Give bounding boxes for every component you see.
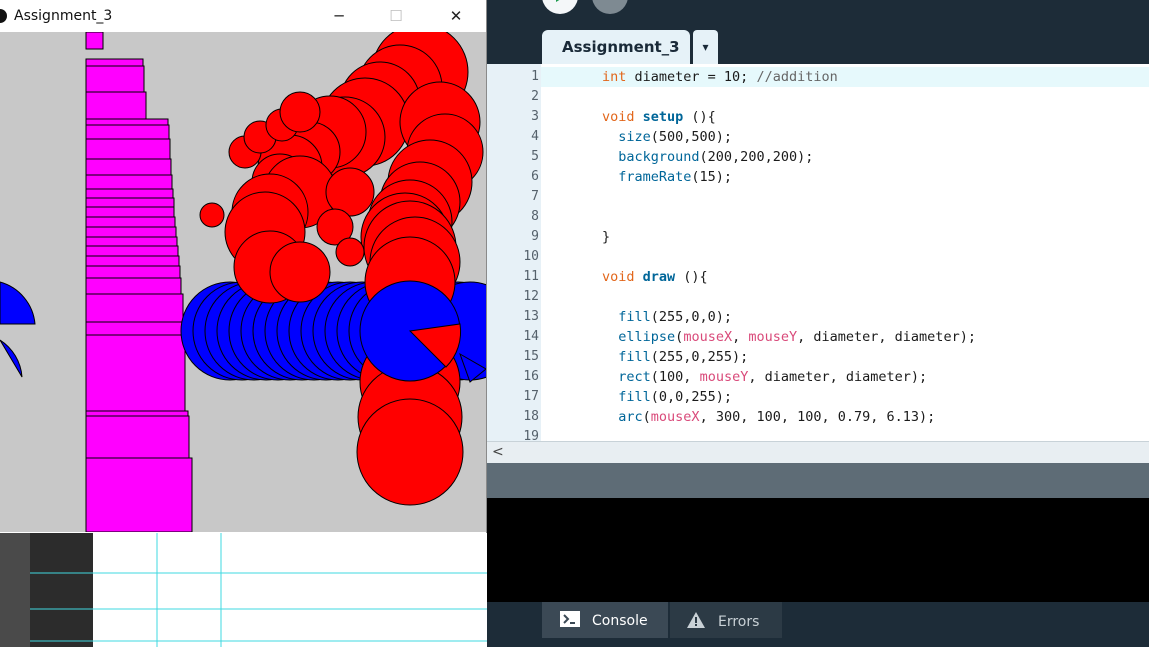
code-line-16: rect(100, mouseY, diameter, diameter); <box>618 369 928 385</box>
magenta-rect <box>85 65 145 93</box>
stop-icon <box>592 0 628 14</box>
line-number: 7 <box>531 189 539 204</box>
close-button[interactable]: ✕ <box>433 0 479 32</box>
red-circle <box>269 241 331 303</box>
line-number: 11 <box>523 269 539 284</box>
line-number: 1 <box>531 69 539 84</box>
red-circle <box>199 202 225 228</box>
errors-tab-label: Errors <box>718 614 760 630</box>
code-line-11: void draw (){ <box>602 269 708 285</box>
code-editor[interactable]: int diameter = 10; //addition void setup… <box>541 64 1149 441</box>
line-number: 15 <box>523 349 539 364</box>
magenta-rect <box>85 226 177 238</box>
code-line-3: void setup (){ <box>602 109 716 125</box>
line-number: 16 <box>523 369 539 384</box>
play-icon <box>556 0 560 2</box>
line-number: 2 <box>531 89 539 104</box>
code-line-14: ellipse(mouseX, mouseY, diameter, diamet… <box>618 329 976 345</box>
magenta-rect <box>85 91 147 120</box>
code-line-9: } <box>602 229 611 245</box>
chevron-down-icon: ▾ <box>702 40 709 54</box>
tab-label: Assignment_3 <box>562 38 680 56</box>
desktop-grid <box>30 533 487 647</box>
window-titlebar[interactable]: Assignment_3 ─ ☐ ✕ <box>0 0 486 32</box>
bottom-tab-bar: Console Errors <box>487 602 1149 647</box>
stop-button[interactable] <box>592 0 628 14</box>
code-line-17: fill(0,0,255); <box>618 389 733 405</box>
close-icon: ✕ <box>449 7 463 25</box>
blue-arc <box>0 339 23 378</box>
magenta-rect <box>85 245 179 257</box>
magenta-rect <box>85 158 172 176</box>
line-number: 14 <box>523 329 539 344</box>
red-circle <box>279 91 321 133</box>
magenta-rect <box>85 457 193 532</box>
magenta-rect <box>85 206 175 218</box>
magenta-rect <box>85 321 185 336</box>
magenta-rect <box>85 293 184 323</box>
code-line-18: arc(mouseX, 300, 100, 100, 0.79, 6.13); <box>618 409 936 425</box>
code-line-5: background(200,200,200); <box>618 149 814 165</box>
magenta-rect <box>85 334 186 412</box>
processing-ide: Assignment_3 ▾ int diameter = 10; //addi… <box>487 0 1149 647</box>
magenta-rect <box>85 415 190 459</box>
line-number: 8 <box>531 209 539 224</box>
magenta-rect <box>85 188 174 199</box>
red-circle <box>356 398 464 506</box>
line-number: 17 <box>523 389 539 404</box>
console-output <box>487 498 1149 602</box>
sketch-drawing <box>0 32 486 532</box>
magenta-rect <box>85 174 173 190</box>
code-line-13: fill(255,0,0); <box>618 309 733 325</box>
line-number: 3 <box>531 109 539 124</box>
line-number: 13 <box>523 309 539 324</box>
code-line-4: size(500,500); <box>618 129 733 145</box>
line-number: 4 <box>531 129 539 144</box>
terminal-icon <box>560 611 582 631</box>
magenta-rect <box>85 265 181 279</box>
status-bar <box>487 463 1149 498</box>
console-tab-label: Console <box>592 613 648 629</box>
maximize-icon: ☐ <box>389 7 403 25</box>
code-line-15: fill(255,0,255); <box>618 349 749 365</box>
magenta-rect <box>85 197 175 208</box>
magenta-rect <box>85 118 169 126</box>
scroll-left-icon[interactable]: < <box>492 444 504 460</box>
magenta-rect <box>85 58 144 67</box>
line-number: 18 <box>523 409 539 424</box>
magenta-rect <box>85 410 189 417</box>
line-number: 12 <box>523 289 539 304</box>
processing-app-icon <box>0 9 7 23</box>
line-number: 9 <box>531 229 539 244</box>
desktop-background <box>0 533 487 647</box>
minimize-button[interactable]: ─ <box>316 0 362 32</box>
run-button[interactable] <box>542 0 578 14</box>
magenta-rect <box>85 236 178 247</box>
magenta-rect <box>85 216 176 228</box>
line-number: 19 <box>523 429 539 444</box>
code-line-6: frameRate(15); <box>618 169 733 185</box>
tab-console[interactable]: Console <box>542 602 668 638</box>
tab-assignment-3[interactable]: Assignment_3 <box>542 30 690 64</box>
line-number: 6 <box>531 169 539 184</box>
tab-menu-button[interactable]: ▾ <box>693 30 718 64</box>
line-number: 5 <box>531 149 539 164</box>
magenta-rect <box>85 277 182 295</box>
magenta-rect <box>85 138 171 160</box>
horizontal-scrollbar[interactable]: < <box>487 441 1149 463</box>
code-line-1: int diameter = 10; //addition <box>602 69 838 85</box>
magenta-rect <box>85 32 104 50</box>
red-circle <box>335 237 365 267</box>
maximize-button[interactable]: ☐ <box>373 0 419 32</box>
minimize-icon: ─ <box>334 7 344 25</box>
magenta-rect <box>85 124 170 140</box>
sketch-canvas[interactable] <box>0 32 486 532</box>
magenta-rect <box>85 255 180 267</box>
sketch-window[interactable]: Assignment_3 ─ ☐ ✕ <box>0 0 487 533</box>
tab-errors[interactable]: Errors <box>670 602 782 638</box>
line-number: 10 <box>523 249 539 264</box>
warning-icon <box>686 611 708 633</box>
window-title: Assignment_3 <box>14 8 113 24</box>
blue-arc <box>0 281 36 325</box>
